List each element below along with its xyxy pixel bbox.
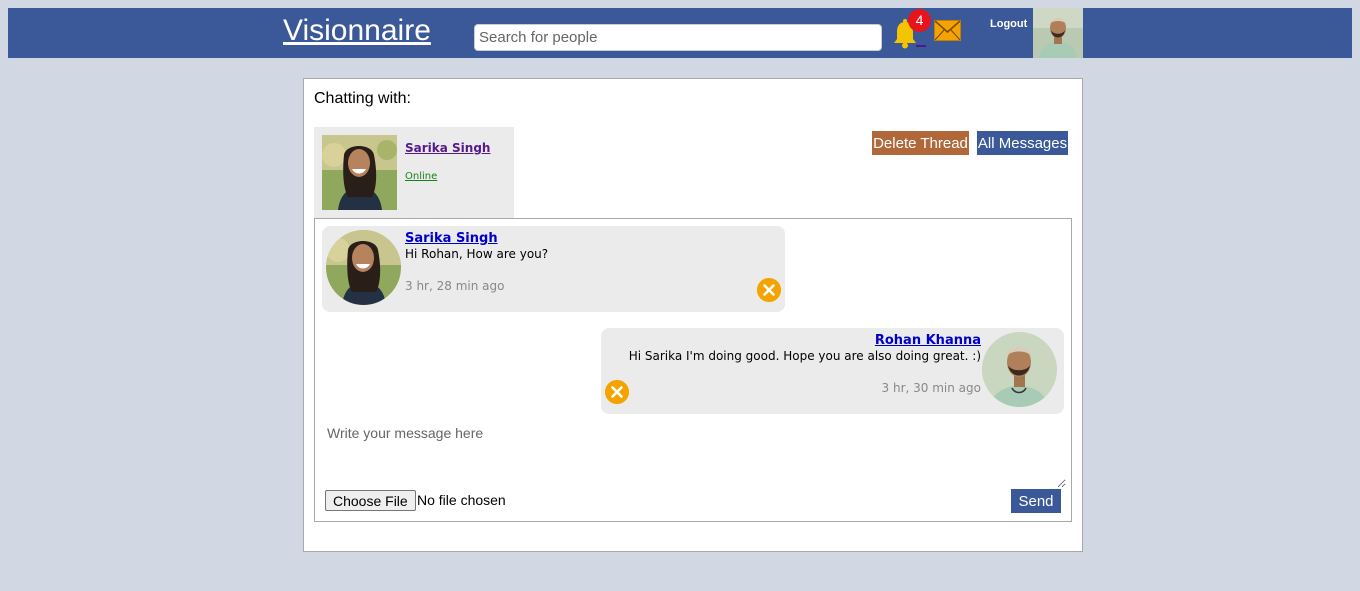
contact-card: Sarika Singh Online xyxy=(314,127,514,219)
brand-logo-link[interactable]: Visionnaire xyxy=(283,14,431,48)
message-timestamp: 3 hr, 28 min ago xyxy=(405,279,505,293)
message-textarea[interactable] xyxy=(319,419,1066,488)
delete-message-icon[interactable] xyxy=(605,380,629,404)
send-button[interactable]: Send xyxy=(1011,489,1061,513)
user-avatar[interactable] xyxy=(1033,8,1083,58)
message-item-outgoing: Rohan Khanna Hi Sarika I'm doing good. H… xyxy=(601,328,1064,414)
search-input[interactable] xyxy=(474,24,882,51)
all-messages-button[interactable]: All Messages xyxy=(977,131,1068,155)
message-text: Hi Rohan, How are you? xyxy=(405,247,549,261)
contact-photo xyxy=(322,135,397,210)
message-text: Hi Sarika I'm doing good. Hope you are a… xyxy=(628,349,981,363)
message-sender-link[interactable]: Sarika Singh xyxy=(405,231,498,246)
contact-status-link[interactable]: Online xyxy=(405,171,437,182)
chat-panel: Chatting with: Sarika Singh Online Delet… xyxy=(303,78,1083,552)
notification-link-underline xyxy=(916,45,926,47)
chat-heading: Chatting with: xyxy=(314,90,411,107)
sender-avatar xyxy=(982,332,1057,407)
mail-icon[interactable] xyxy=(934,20,961,41)
delete-thread-button[interactable]: Delete Thread xyxy=(872,131,969,155)
logout-link[interactable]: Logout xyxy=(990,18,1027,30)
choose-file-button[interactable]: Choose File xyxy=(325,490,416,511)
message-thread: Sarika Singh Hi Rohan, How are you? 3 hr… xyxy=(314,218,1072,522)
top-navbar: Visionnaire 4 Logout xyxy=(8,8,1352,58)
file-status-text: No file chosen xyxy=(417,492,506,508)
message-timestamp: 3 hr, 30 min ago xyxy=(881,381,981,395)
contact-name-link[interactable]: Sarika Singh xyxy=(405,141,490,155)
message-sender-link[interactable]: Rohan Khanna xyxy=(875,333,981,348)
sender-avatar xyxy=(326,230,401,305)
message-item-incoming: Sarika Singh Hi Rohan, How are you? 3 hr… xyxy=(322,226,785,312)
delete-message-icon[interactable] xyxy=(757,278,781,302)
notification-badge: 4 xyxy=(908,9,931,32)
